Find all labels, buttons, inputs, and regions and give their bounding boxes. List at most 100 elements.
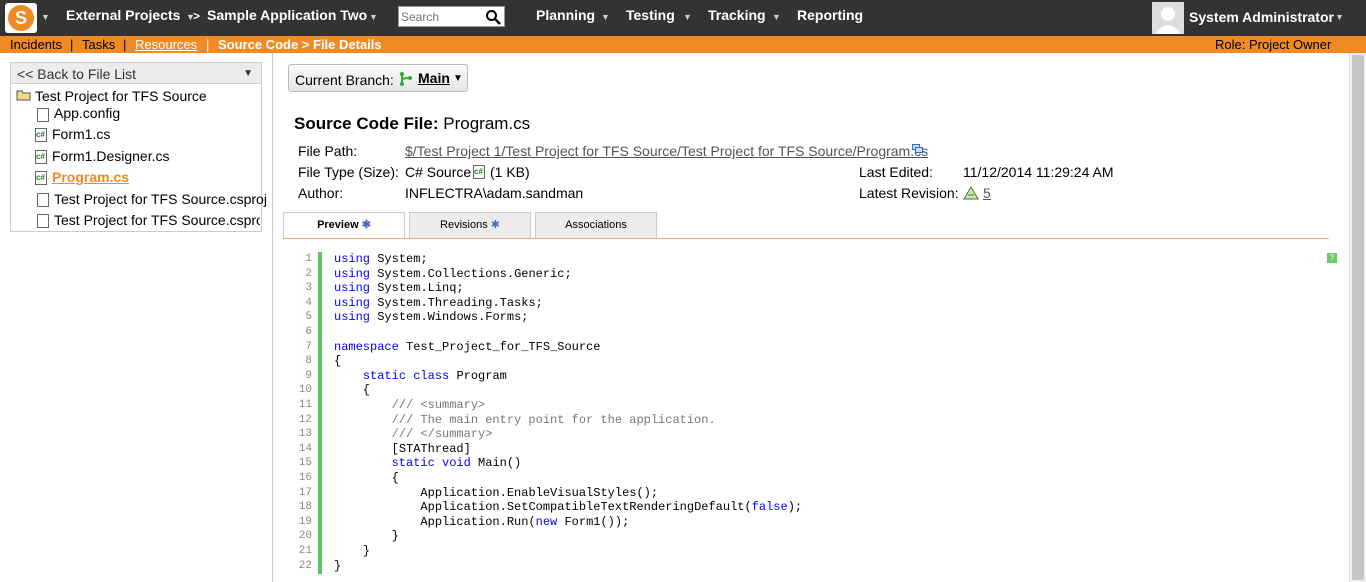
- asterisk-icon: ✱: [490, 219, 500, 231]
- file-type-label: File Type (Size):: [298, 164, 399, 180]
- scrollbar-thumb[interactable]: [1352, 55, 1364, 580]
- tree-file-program-selected[interactable]: Program.cs: [52, 169, 129, 185]
- tab-preview-label[interactable]: Preview: [317, 219, 359, 231]
- current-branch-selector[interactable]: Current Branch: Main ▼: [288, 64, 468, 92]
- nav-divider: |: [206, 37, 210, 52]
- file-path-link[interactable]: $/Test Project 1/Test Project for TFS So…: [405, 143, 928, 159]
- last-edited-label: Last Edited:: [859, 164, 933, 180]
- code-line: static class Program: [362, 368, 507, 383]
- project-role: Role: Project Owner: [1215, 37, 1332, 52]
- line-number: 21: [298, 545, 312, 557]
- tab-revisions[interactable]: Revisions ✱: [409, 212, 531, 238]
- line-number: 14: [298, 442, 312, 455]
- file-path-label: File Path:: [298, 143, 358, 159]
- menu-planning[interactable]: Planning: [536, 7, 595, 23]
- file-type-value: C# Source: [405, 164, 472, 180]
- chevron-down-icon[interactable]: ▼: [243, 68, 253, 79]
- chevron-down-icon[interactable]: ▼: [601, 12, 610, 22]
- nav-incidents[interactable]: Incidents: [10, 37, 62, 52]
- chevron-down-icon[interactable]: ▼: [369, 12, 378, 22]
- line-number: 15: [298, 457, 312, 470]
- tab-revisions-label[interactable]: Revisions: [440, 219, 488, 231]
- menu-testing[interactable]: Testing: [626, 7, 675, 23]
- panel-divider[interactable]: [272, 53, 273, 582]
- author-value: INFLECTRA\adam.sandman: [405, 185, 584, 201]
- search-box[interactable]: [398, 6, 505, 27]
- page-title-label: Source Code File:: [294, 114, 439, 133]
- line-number: 17: [298, 486, 312, 499]
- tab-underline: [283, 238, 1329, 239]
- menu-reporting[interactable]: Reporting: [797, 7, 863, 23]
- tree-file-csproj[interactable]: Test Project for TFS Source.csproj: [54, 191, 267, 207]
- breadcrumb-separator: >: [193, 9, 201, 23]
- tree-file-app-config[interactable]: App.config: [54, 105, 120, 121]
- user-avatar[interactable]: [1152, 2, 1184, 34]
- file-icon: [37, 214, 49, 228]
- line-number: 16: [298, 472, 312, 484]
- code-line: /// <summary>: [334, 398, 486, 412]
- csharp-file-icon: [473, 165, 485, 179]
- line-number: 11: [298, 399, 312, 411]
- chevron-down-icon[interactable]: ▼: [1335, 12, 1344, 22]
- line-number: 12: [298, 413, 312, 426]
- project-selector[interactable]: External Projects: [66, 7, 180, 23]
- code-line: }: [334, 558, 342, 573]
- nav-resources[interactable]: Resources: [135, 37, 197, 52]
- tree-file-csproj-user[interactable]: Test Project for TFS Source.csproj.: [54, 212, 260, 228]
- chevron-down-icon[interactable]: ▼: [453, 73, 463, 84]
- application-selector[interactable]: Sample Application Two: [207, 7, 367, 23]
- page-title: Source Code File: Program.cs: [294, 114, 530, 134]
- csharp-file-icon: [35, 150, 47, 164]
- code-line: using System.Threading.Tasks;: [334, 295, 543, 310]
- current-page-breadcrumb: Source Code > File Details: [218, 37, 382, 52]
- folder-icon: [16, 88, 31, 104]
- code-line: namespace Test_Project_for_TFS_Source: [334, 339, 601, 354]
- nav-divider: |: [123, 37, 127, 52]
- line-number: 19: [298, 515, 312, 528]
- user-name[interactable]: System Administrator: [1189, 9, 1334, 25]
- code-line: {: [334, 383, 371, 398]
- line-number: 1: [305, 253, 312, 265]
- search-input[interactable]: [401, 9, 483, 24]
- spira-logo-icon[interactable]: S: [5, 3, 37, 33]
- code-line: using System.Collections.Generic;: [334, 266, 572, 281]
- line-number: 6: [305, 326, 312, 338]
- author-label: Author:: [298, 185, 344, 201]
- back-to-file-list-button[interactable]: << Back to File List ▼: [10, 62, 262, 84]
- code-gutter-bar: [318, 252, 322, 574]
- latest-revision-link[interactable]: 5: [983, 185, 991, 201]
- chevron-down-icon[interactable]: ▼: [41, 12, 50, 22]
- current-branch-value[interactable]: Main: [418, 70, 450, 86]
- line-number: 5: [305, 311, 312, 324]
- menu-tracking[interactable]: Tracking: [708, 7, 766, 23]
- csharp-file-icon: [35, 171, 47, 185]
- line-number: 22: [298, 559, 312, 572]
- tree-root-folder[interactable]: Test Project for TFS Source: [35, 88, 207, 104]
- tab-preview[interactable]: Preview ✱: [283, 212, 405, 239]
- help-icon[interactable]: ?: [1327, 253, 1337, 263]
- back-to-file-list-label[interactable]: << Back to File List: [17, 66, 136, 82]
- chevron-down-icon[interactable]: ▼: [772, 12, 781, 22]
- code-line: {: [334, 354, 342, 369]
- asterisk-icon: ✱: [361, 219, 371, 231]
- code-line: {: [334, 471, 399, 485]
- code-line: /// </summary>: [334, 427, 493, 442]
- nav-divider: |: [70, 37, 74, 52]
- copy-link-icon[interactable]: [912, 144, 923, 153]
- tab-associations-label[interactable]: Associations: [565, 219, 627, 231]
- search-icon[interactable]: [485, 9, 501, 25]
- nav-tasks[interactable]: Tasks: [82, 37, 115, 52]
- code-line: Application.Run(new Form1());: [420, 514, 630, 529]
- line-number: 7: [305, 340, 312, 353]
- tree-file-form1-designer[interactable]: Form1.Designer.cs: [52, 148, 169, 164]
- sub-navigation-bar: Incidents | Tasks | Resources | Source C…: [0, 36, 1366, 53]
- page-scrollbar[interactable]: [1349, 53, 1366, 582]
- tree-file-form1[interactable]: Form1.cs: [52, 126, 110, 142]
- code-line: [STAThread]: [334, 441, 471, 456]
- chevron-down-icon[interactable]: ▼: [683, 12, 692, 22]
- tab-associations[interactable]: Associations: [535, 212, 657, 238]
- file-icon: [37, 108, 49, 122]
- code-line: using System;: [334, 252, 428, 266]
- line-number: 10: [298, 384, 312, 397]
- branch-icon: [400, 72, 412, 86]
